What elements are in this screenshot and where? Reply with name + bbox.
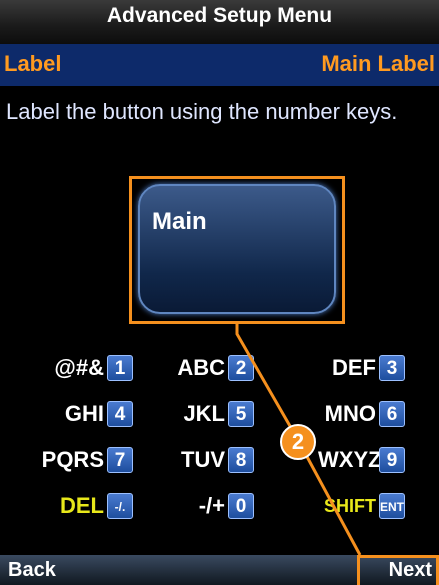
key-0[interactable]: -/+ 0: [165, 491, 254, 521]
key-6[interactable]: MNO 6: [318, 399, 405, 429]
key-7[interactable]: PQRS 7: [0, 445, 133, 475]
label-preview-button[interactable]: Main: [138, 184, 336, 314]
key-1[interactable]: @#& 1: [30, 353, 133, 383]
header-right-label: Main Label: [321, 51, 435, 76]
key-8[interactable]: TUV 8: [165, 445, 254, 475]
instruction-text: Label the button using the number keys.: [6, 99, 398, 124]
next-softkey-highlight[interactable]: Next: [357, 555, 439, 585]
screen-title: Advanced Setup Menu: [106, 4, 333, 27]
key-4[interactable]: GHI 4: [30, 399, 133, 429]
label-header: Label Main Label: [0, 44, 439, 86]
key-delete[interactable]: DEL -/.: [30, 491, 133, 521]
callout-badge: 2: [280, 424, 316, 460]
title-bar: Advanced Setup Menu: [0, 0, 439, 44]
key-2[interactable]: ABC 2: [165, 353, 254, 383]
next-softkey[interactable]: Next: [389, 559, 432, 582]
key-5[interactable]: JKL 5: [165, 399, 254, 429]
preview-button-label: Main: [152, 208, 207, 235]
key-3[interactable]: DEF 3: [318, 353, 405, 383]
key-shift-enter[interactable]: SHIFT ENT: [318, 491, 405, 521]
header-left-label: Label: [4, 51, 62, 76]
back-softkey[interactable]: Back: [8, 559, 56, 582]
key-9[interactable]: WXYZ 9: [318, 445, 405, 475]
